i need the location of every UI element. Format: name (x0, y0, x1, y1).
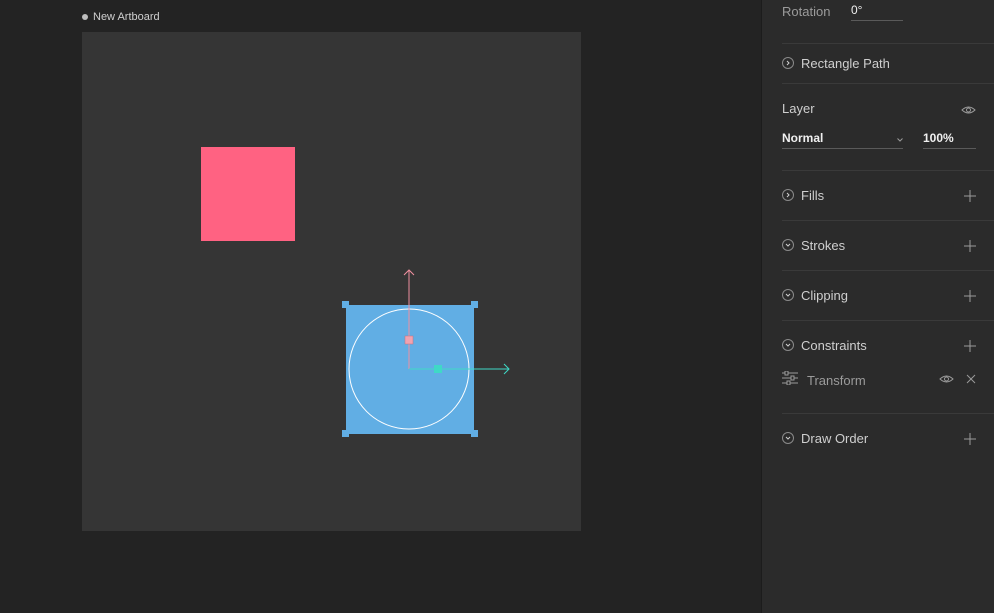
rotation-input[interactable]: 0° (851, 1, 903, 21)
chevron-down-icon[interactable] (782, 289, 794, 301)
fills-row[interactable]: Fills (782, 186, 976, 204)
eye-icon[interactable] (939, 371, 954, 389)
divider (782, 270, 994, 271)
blend-mode-select[interactable]: Normal (782, 129, 903, 149)
fills-label: Fills (801, 187, 825, 203)
chevron-down-icon[interactable] (782, 339, 794, 351)
selection-gizmo (342, 269, 510, 437)
divider (782, 413, 994, 414)
constraint-item-transform[interactable]: Transform (782, 370, 976, 390)
x-axis-handle[interactable] (434, 365, 442, 373)
eye-icon[interactable] (961, 102, 976, 114)
divider (782, 83, 994, 84)
constraints-label: Constraints (801, 337, 867, 353)
resize-handle-bottom-right[interactable] (471, 430, 478, 437)
resize-handle-top-left[interactable] (342, 301, 349, 308)
inspector-panel: Rotation 0° Rectangle Path Layer Normal … (761, 0, 994, 613)
y-axis-handle[interactable] (404, 335, 414, 345)
layer-label: Layer (782, 100, 815, 116)
divider (782, 320, 994, 321)
chevron-down-icon (897, 131, 903, 145)
rotation-label: Rotation (782, 3, 831, 19)
rectangle-path-label: Rectangle Path (801, 55, 890, 71)
layer-opacity-input[interactable]: 100% (923, 129, 976, 149)
add-stroke-plus-icon[interactable] (964, 239, 976, 252)
chevron-right-icon[interactable] (782, 189, 794, 201)
chevron-right-icon[interactable] (782, 57, 794, 69)
chevron-down-icon[interactable] (782, 432, 794, 444)
clipping-label: Clipping (801, 287, 848, 303)
add-draw-order-plus-icon[interactable] (964, 432, 976, 445)
divider (782, 170, 994, 171)
draw-order-row[interactable]: Draw Order (782, 429, 976, 447)
add-clipping-plus-icon[interactable] (964, 289, 976, 302)
clipping-row[interactable]: Clipping (782, 286, 976, 304)
strokes-row[interactable]: Strokes (782, 236, 976, 254)
divider (782, 43, 994, 44)
resize-handle-bottom-left[interactable] (342, 430, 349, 437)
divider (782, 220, 994, 221)
layer-controls-row: Normal 100% (782, 129, 976, 149)
add-fill-plus-icon[interactable] (964, 189, 976, 202)
stage-canvas[interactable]: New Artboard (0, 0, 761, 613)
constraints-row[interactable]: Constraints (782, 336, 976, 354)
resize-handle-top-right[interactable] (471, 301, 478, 308)
close-icon[interactable] (966, 371, 976, 389)
constraint-transform-label: Transform (807, 372, 866, 388)
rectangle-path-row[interactable]: Rectangle Path (782, 54, 976, 72)
draw-order-label: Draw Order (801, 430, 869, 446)
layer-header-row: Layer (782, 99, 976, 117)
add-constraint-plus-icon[interactable] (964, 339, 976, 352)
strokes-label: Strokes (801, 237, 846, 253)
chevron-down-icon[interactable] (782, 239, 794, 251)
rotation-row: Rotation 0° (782, 1, 976, 21)
blend-mode-value: Normal (782, 131, 824, 145)
sliders-icon (782, 370, 798, 390)
